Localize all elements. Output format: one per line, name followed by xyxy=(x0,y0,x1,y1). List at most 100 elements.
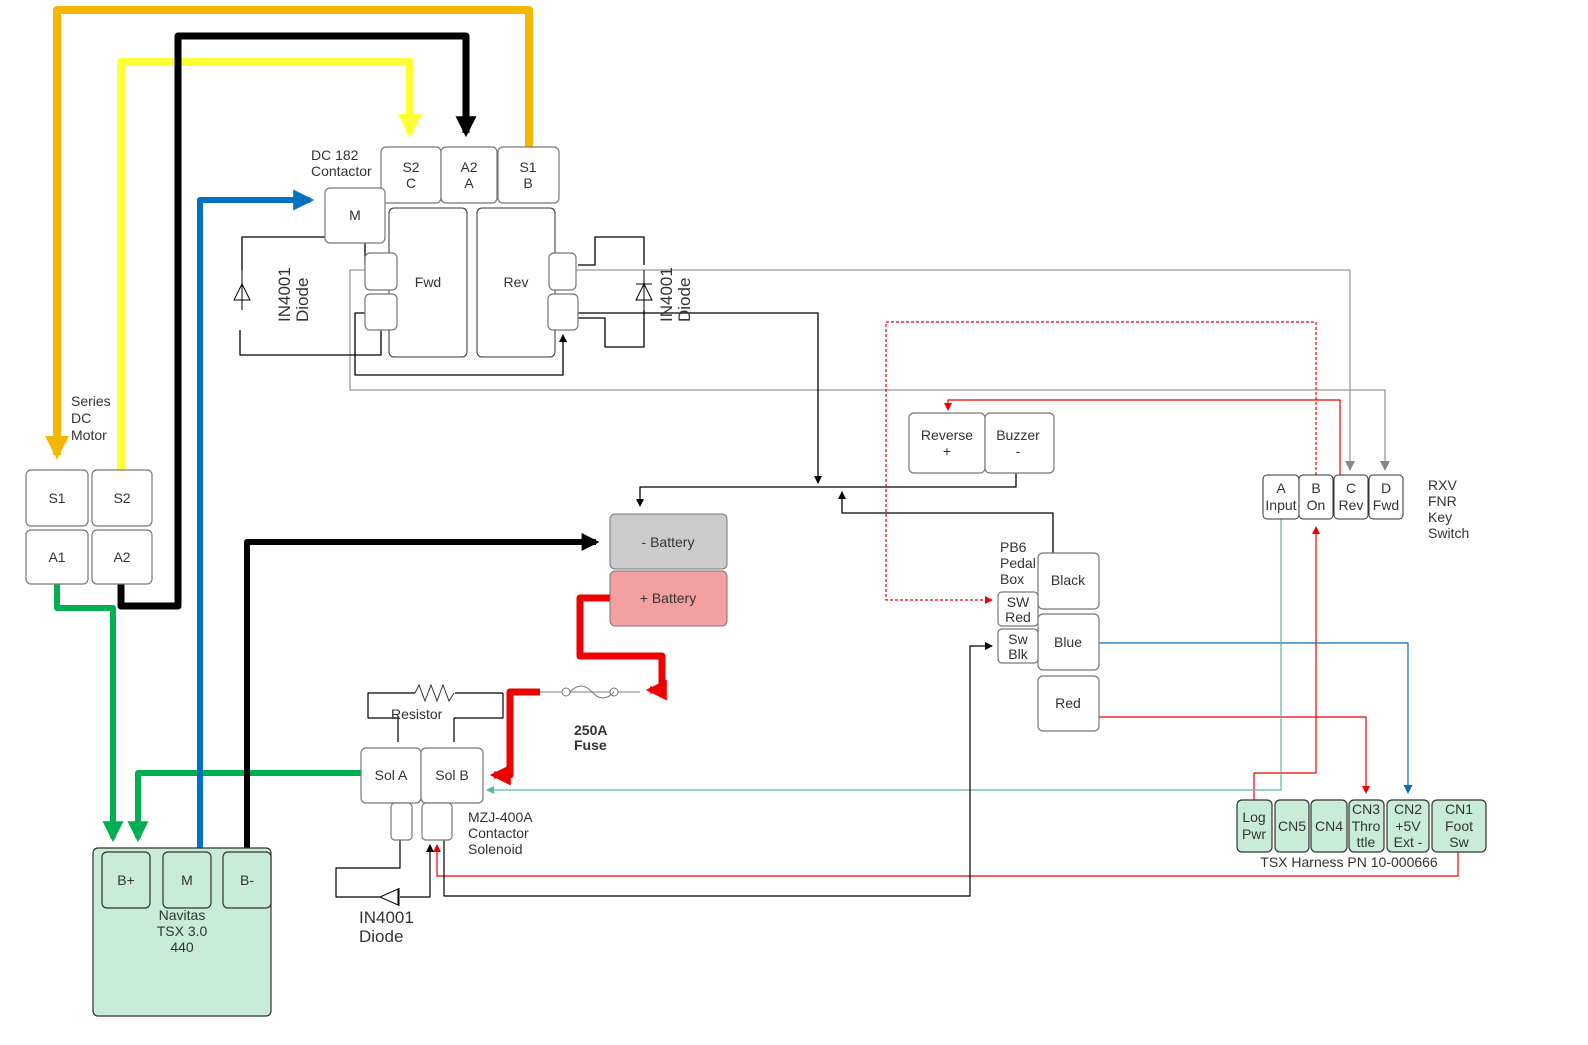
diagram-label: Sol B xyxy=(435,767,468,783)
diagram-label: D xyxy=(1381,480,1391,496)
diagram-shape xyxy=(421,802,453,841)
diagram-label: Sw xyxy=(1449,834,1469,850)
diagram-label: DC 182 xyxy=(311,147,359,163)
diagram-label: MZJ-400A xyxy=(468,809,533,825)
diagram-label: Fwd xyxy=(415,274,441,290)
reverse-buzzer: Reverse+ Buzzer- xyxy=(908,412,1055,474)
diagram-label: On xyxy=(1307,497,1326,513)
diagram-label: IN4001 xyxy=(657,267,676,322)
diagram-label: Pwr xyxy=(1242,826,1266,842)
wire-black-sol-diode xyxy=(335,840,430,898)
diagram-label: C xyxy=(406,175,416,191)
wire-red-throttle xyxy=(1099,716,1370,794)
wire-buzzer-neg xyxy=(636,473,1017,507)
diagram-label: S2 xyxy=(113,490,130,506)
motor: S1 S2 A1 A2 SeriesDCMotor xyxy=(25,393,153,585)
diagram-label: Black xyxy=(1051,572,1086,588)
diagram-shape xyxy=(378,888,400,906)
diode-label: Diode xyxy=(359,927,403,946)
diagram-label: CN2 xyxy=(1394,801,1422,817)
diagram-label: IN4001 xyxy=(275,267,294,322)
diagram-label: PB6 xyxy=(1000,539,1027,555)
diagram-label: FNR xyxy=(1428,493,1457,509)
diagram-label: Thro xyxy=(1352,818,1381,834)
diagram-label: A xyxy=(464,175,474,191)
diagram-label: Series xyxy=(71,393,111,409)
key-switch: AInput BOn CRev DFwd RXVFNRKeySwitch xyxy=(1262,474,1469,541)
wire-green-a1 xyxy=(54,584,124,843)
power-wires xyxy=(45,6,667,852)
diagram-label: S1 xyxy=(48,490,65,506)
wire-red-keyon xyxy=(1253,526,1320,800)
diagram-shape xyxy=(390,802,413,841)
diagram-label: A2 xyxy=(460,159,477,175)
diagram-label: A1 xyxy=(48,549,65,565)
diagram-label: TSX 3.0 xyxy=(157,923,208,939)
diode-right-icon xyxy=(635,270,653,310)
diagram-label: - Battery xyxy=(642,534,695,550)
diagram-label: Contactor xyxy=(468,825,529,841)
diagram-label: Diode xyxy=(675,278,694,322)
wiring-diagram: S1 S2 A1 A2 SeriesDCMotor DC 182Contacto… xyxy=(25,6,1487,1017)
diagram-shape xyxy=(561,687,571,697)
diagram-label: Key xyxy=(1428,509,1452,525)
resistor-symbol xyxy=(414,683,455,703)
diagram-label: Fwd xyxy=(1373,497,1399,513)
diagram-label: A2 xyxy=(113,549,130,565)
wire-black-contactor-neg xyxy=(578,312,822,484)
diagram-label: Contactor xyxy=(311,163,372,179)
diagram-label: TSX Harness PN 10-000666 xyxy=(1260,854,1438,870)
diagram-label: B- xyxy=(240,872,254,888)
diagram-label: Sol A xyxy=(375,767,408,783)
resistor-label: Resistor xyxy=(391,706,443,722)
diagram-shape xyxy=(364,293,398,331)
diagram-label: S2 xyxy=(402,159,419,175)
diagram-label: CN4 xyxy=(1315,818,1343,834)
navitas-controller: B+ M B- NavitasTSX 3.0440 xyxy=(92,847,272,1017)
diagram-shape xyxy=(364,252,398,291)
diagram-label: Red xyxy=(1055,695,1081,711)
diagram-label: Solenoid xyxy=(468,841,523,857)
diagram-label: Diode xyxy=(293,278,312,322)
diagram-label: M xyxy=(349,207,361,223)
wire-red-solb xyxy=(489,688,540,786)
diagram-label: B xyxy=(1311,480,1320,496)
diagram-label: SW xyxy=(1007,594,1030,610)
diagram-label: DC xyxy=(71,410,91,426)
diagram-label: + Battery xyxy=(640,590,696,606)
diagram-label: Switch xyxy=(1428,525,1469,541)
fuse-label: Fuse xyxy=(574,737,607,753)
wire-black-swblk xyxy=(443,642,993,897)
diagram-label: Buzzer xyxy=(996,427,1040,443)
diagram-label: CN3 xyxy=(1352,801,1380,817)
diagram-label: Input xyxy=(1265,497,1296,513)
diagram-label: RXV xyxy=(1428,477,1457,493)
diagram-shape xyxy=(635,270,653,310)
diagram-label: + xyxy=(943,443,951,459)
fuse-label: 250A xyxy=(574,722,607,738)
diagram-label: - xyxy=(1016,443,1021,459)
diagram-shape xyxy=(233,270,251,310)
diagram-label: Rev xyxy=(504,274,529,290)
diode-bottom-icon xyxy=(378,888,400,906)
diagram-label: C xyxy=(1346,480,1356,496)
diagram-label: A xyxy=(1276,480,1286,496)
diagram-label: Blk xyxy=(1008,646,1028,662)
diagram-label: CN1 xyxy=(1445,801,1473,817)
battery: - Battery + Battery xyxy=(609,513,728,627)
diagram-label: B+ xyxy=(117,872,135,888)
diagram-label: Ext - xyxy=(1394,834,1423,850)
diagram-shape xyxy=(547,293,579,331)
diagram-label: Navitas xyxy=(159,907,206,923)
diagram-label: Blue xyxy=(1054,634,1082,650)
diagram-label: Pedal xyxy=(1000,555,1036,571)
pedal-box: PB6PedalBox Black Blue Red SWRed SwBlk xyxy=(997,539,1100,732)
diagram-label: CN5 xyxy=(1278,818,1306,834)
diode-label: IN4001 xyxy=(359,908,414,927)
wire-black-right-diode xyxy=(578,236,645,348)
diagram-label: Rev xyxy=(1339,497,1364,513)
diagram-label: 440 xyxy=(170,939,194,955)
diagram-label: Foot xyxy=(1445,818,1473,834)
diagram-label: Reverse xyxy=(921,427,973,443)
diagram-label: +5V xyxy=(1395,818,1421,834)
